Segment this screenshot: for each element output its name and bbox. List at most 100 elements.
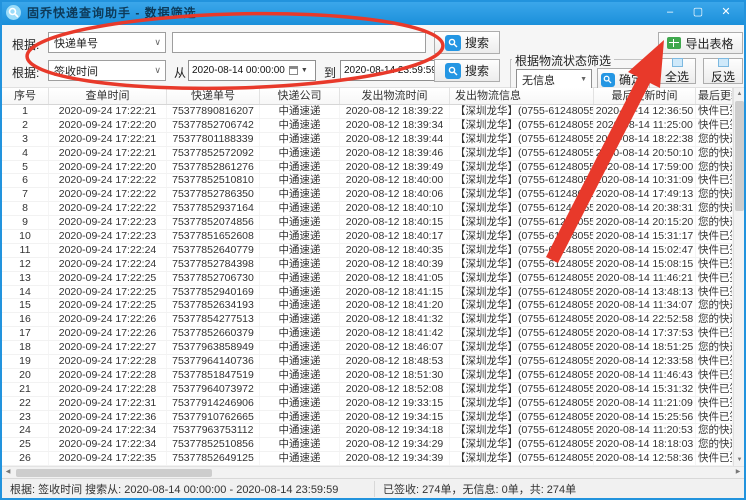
cell: 2020-08-12 18:39:49 (340, 161, 450, 174)
cell: 16 (2, 313, 49, 326)
table-row[interactable]: 72020-09-24 17:22:2275377852786350中通速递20… (2, 188, 733, 202)
cell: 中通速递 (260, 258, 340, 271)
cell: 2020-08-14 15:02:47 (594, 244, 696, 257)
table-row[interactable]: 132020-09-24 17:22:2575377852706730中通速递2… (2, 272, 733, 286)
table-row[interactable]: 22020-09-24 17:22:2075377852706742中通速递20… (2, 119, 733, 133)
vertical-scroll-thumb[interactable] (735, 101, 744, 211)
maximize-button[interactable]: ▢ (684, 4, 712, 22)
export-table-button[interactable]: 导出表格 (658, 32, 743, 54)
results-table: 序号查单时间快递单号快递公司发出物流时间发出物流信息最后更新时间最后更新信息 1… (2, 88, 744, 466)
cell: 2020-09-24 17:22:35 (49, 452, 167, 465)
cell: 您的快递已 (696, 313, 733, 326)
table-row[interactable]: 12020-09-24 17:22:2175377890816207中通速递20… (2, 105, 733, 119)
vertical-scrollbar[interactable]: ▲ ▼ (733, 88, 744, 466)
cell: 2020-08-14 11:20:53 (594, 424, 696, 437)
filter1-field-select[interactable]: 快递单号 ∨ (48, 32, 166, 53)
table-row[interactable]: 152020-09-24 17:22:2575377852634193中通速递2… (2, 299, 733, 313)
cell: 【深圳龙华】(0755-61248055... (450, 286, 594, 299)
search-button-2[interactable]: 搜索 (434, 59, 500, 82)
column-header[interactable]: 最后更新信息 (696, 88, 733, 104)
filter2-field-select[interactable]: 签收时间 ∨ (48, 60, 166, 81)
cell: 快件已签收 (696, 244, 733, 257)
column-header[interactable]: 查单时间 (49, 88, 167, 104)
cell: 75377852784398 (167, 258, 260, 271)
horizontal-scroll-thumb[interactable] (16, 469, 212, 477)
table-row[interactable]: 42020-09-24 17:22:2175377852572092中通速递20… (2, 147, 733, 161)
column-header[interactable]: 快递单号 (167, 88, 260, 104)
cell: 【深圳龙华】(0755-61248055... (450, 383, 594, 396)
cell: 2020-08-12 18:39:34 (340, 119, 450, 132)
cell: 2020-08-14 15:31:32 (594, 383, 696, 396)
select-all-button[interactable]: 全选 (658, 58, 696, 84)
cell: 2020-09-24 17:22:28 (49, 355, 167, 368)
table-row[interactable]: 212020-09-24 17:22:2875377964073972中通速递2… (2, 383, 733, 397)
column-header[interactable]: 序号 (2, 88, 49, 104)
table-row[interactable]: 192020-09-24 17:22:2875377964140736中通速递2… (2, 355, 733, 369)
table-row[interactable]: 142020-09-24 17:22:2575377852940169中通速递2… (2, 286, 733, 300)
tracking-number-input[interactable] (172, 32, 426, 53)
cell: 22 (2, 397, 49, 410)
cell: 中通速递 (260, 452, 340, 465)
table-row[interactable]: 172020-09-24 17:22:2675377852660379中通速递2… (2, 327, 733, 341)
app-logo-icon (6, 5, 21, 20)
status-filter-summary: 根据: 签收时间 搜索从: 2020-08-14 00:00:00 - 2020… (2, 481, 374, 497)
column-header[interactable]: 发出物流信息 (450, 88, 594, 104)
date-to-value: 2020-08-14 23:59:59 (344, 65, 437, 76)
search-button-1[interactable]: 搜索 (434, 31, 500, 54)
table-row[interactable]: 202020-09-24 17:22:2875377851847519中通速递2… (2, 369, 733, 383)
cell: 2020-08-12 18:51:30 (340, 369, 450, 382)
status-bar: 根据: 签收时间 搜索从: 2020-08-14 00:00:00 - 2020… (2, 478, 744, 498)
select-all-label: 全选 (665, 68, 689, 85)
date-from-picker[interactable]: 2020-08-14 00:00:00 ▼ (188, 60, 316, 81)
column-header[interactable]: 发出物流时间 (340, 88, 450, 104)
table-row[interactable]: 182020-09-24 17:22:2775377963858949中通速递2… (2, 341, 733, 355)
table-row[interactable]: 82020-09-24 17:22:2275377852937164中通速递20… (2, 202, 733, 216)
column-header[interactable]: 最后更新时间 (594, 88, 696, 104)
table-row[interactable]: 242020-09-24 17:22:3475377963753112中通速递2… (2, 424, 733, 438)
cell: 中通速递 (260, 411, 340, 424)
chevron-down-icon: ▼ (580, 76, 587, 83)
cell: 25 (2, 438, 49, 451)
table-row[interactable]: 102020-09-24 17:22:2375377851652608中通速递2… (2, 230, 733, 244)
table-row[interactable]: 262020-09-24 17:22:3575377852649125中通速递2… (2, 452, 733, 466)
from-label: 从 (174, 64, 186, 81)
cell: 2020-09-24 17:22:28 (49, 369, 167, 382)
cell: 您的快递已 (696, 216, 733, 229)
minimize-button[interactable]: – (656, 4, 684, 22)
table-row[interactable]: 122020-09-24 17:22:2475377852784398中通速递2… (2, 258, 733, 272)
cell: 中通速递 (260, 133, 340, 146)
logistics-status-select[interactable]: 无信息 ▼ (516, 69, 592, 90)
titlebar: 固乔快递查询助手 - 数据筛选 – ▢ ✕ (0, 0, 746, 25)
to-label: 到 (324, 64, 336, 81)
search-button-label: 搜索 (465, 62, 489, 79)
table-row[interactable]: 62020-09-24 17:22:2275377852510810中通速递20… (2, 174, 733, 188)
scroll-down-icon[interactable]: ▼ (734, 454, 745, 466)
table-row[interactable]: 52020-09-24 17:22:2075377852861276中通速递20… (2, 161, 733, 175)
cell: 75377852649125 (167, 452, 260, 465)
cell: 2020-08-12 18:40:10 (340, 202, 450, 215)
cell: 75377852706730 (167, 272, 260, 285)
cell: 75377890816207 (167, 105, 260, 118)
invert-selection-button[interactable]: 反选 (703, 58, 743, 84)
table-row[interactable]: 32020-09-24 17:22:2175377801188339中通速递20… (2, 133, 733, 147)
table-row[interactable]: 162020-09-24 17:22:2675377854277513中通速递2… (2, 313, 733, 327)
table-row[interactable]: 112020-09-24 17:22:2475377852640779中通速递2… (2, 244, 733, 258)
horizontal-scrollbar[interactable]: ◀ ▶ (2, 466, 744, 478)
table-row[interactable]: 232020-09-24 17:22:3675377910762665中通速递2… (2, 411, 733, 425)
status-counts: 已签收: 274单，无信息: 0单，共: 274单 (374, 481, 744, 497)
cell: 您的快递已 (696, 424, 733, 437)
cell: 中通速递 (260, 299, 340, 312)
table-row[interactable]: 222020-09-24 17:22:3175377914246906中通速递2… (2, 397, 733, 411)
cell: 2020-08-14 18:18:03 (594, 438, 696, 451)
table-row[interactable]: 252020-09-24 17:22:3475377852510856中通速递2… (2, 438, 733, 452)
close-button[interactable]: ✕ (712, 4, 740, 22)
cell: 20 (2, 369, 49, 382)
cell: 6 (2, 174, 49, 187)
column-header[interactable]: 快递公司 (260, 88, 340, 104)
table-row[interactable]: 92020-09-24 17:22:2375377852074856中通速递20… (2, 216, 733, 230)
scroll-up-icon[interactable]: ▲ (734, 88, 745, 100)
cell: 2020-08-12 19:34:18 (340, 424, 450, 437)
cell: 快件已签收 (696, 105, 733, 118)
filter1-label: 根据: (12, 36, 39, 53)
cell: 75377854277513 (167, 313, 260, 326)
